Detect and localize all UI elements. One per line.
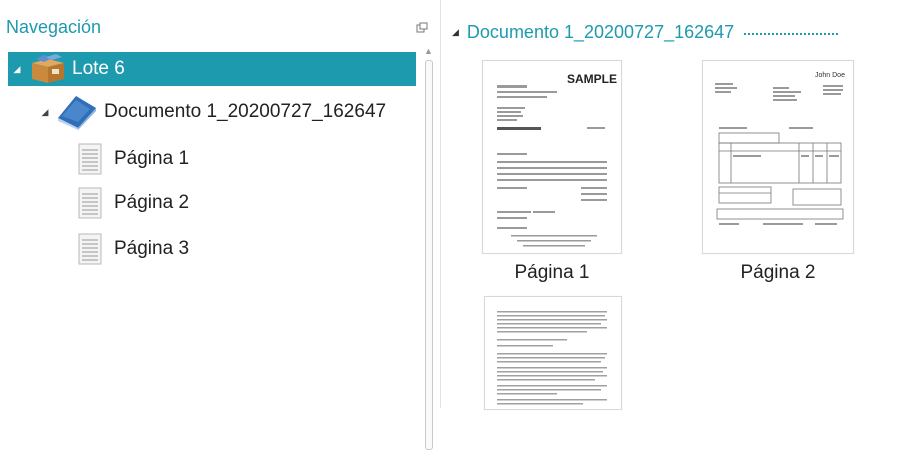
page-thumbnail-caption: Página 2: [740, 262, 816, 283]
tree-item-page-2[interactable]: Página 2: [78, 186, 189, 220]
thumbnail-watermark: SAMPLE: [567, 72, 617, 86]
batch-box-icon: [26, 53, 70, 85]
expand-caret-icon[interactable]: ◢: [40, 107, 50, 118]
expand-caret-icon[interactable]: ◢: [12, 64, 22, 75]
expand-caret-icon[interactable]: ◢: [452, 27, 459, 38]
page-icon: [78, 233, 102, 265]
scrollbar-thumb[interactable]: [425, 60, 433, 450]
tree-item-document[interactable]: ◢ Documento 1_20200727_162647: [40, 94, 416, 130]
tree-item-page-label: Página 2: [114, 192, 190, 213]
page-thumbnail-1[interactable]: SAMPLE: [482, 60, 622, 254]
thumbnail-letterhead: John Doe: [815, 72, 845, 79]
header-dotted-rule: [744, 32, 839, 35]
tree-item-batch[interactable]: ◢ Lote 6: [8, 52, 416, 86]
page-icon: [78, 143, 102, 175]
page-icon: [78, 187, 102, 219]
pin-icon[interactable]: [416, 22, 428, 34]
pane-divider[interactable]: [440, 0, 441, 408]
tree-item-page-1[interactable]: Página 1: [78, 142, 189, 176]
page-thumbnail-3[interactable]: [484, 296, 622, 410]
page-thumbnail-2[interactable]: John Doe: [702, 60, 854, 254]
page-thumbnail-caption: Página 1: [514, 262, 590, 283]
navigation-scrollbar[interactable]: ▲: [424, 40, 433, 450]
document-book-icon: [54, 94, 100, 130]
navigation-pane: Navegación ◢ Lote 6 ◢ Documento 1_202007…: [0, 0, 433, 450]
tree-item-page-label: Página 3: [114, 238, 190, 259]
tree-item-page-3[interactable]: Página 3: [78, 232, 189, 266]
tree-item-batch-label: Lote 6: [72, 58, 125, 79]
navigation-title: Navegación: [6, 17, 102, 37]
document-group-title: Documento 1_20200727_162647: [466, 22, 735, 42]
scroll-up-icon[interactable]: ▲: [424, 46, 433, 56]
tree-item-document-label: Documento 1_20200727_162647: [104, 101, 387, 122]
document-group-header[interactable]: ◢ Documento 1_20200727_162647: [452, 22, 839, 43]
tree-item-page-label: Página 1: [114, 148, 190, 169]
